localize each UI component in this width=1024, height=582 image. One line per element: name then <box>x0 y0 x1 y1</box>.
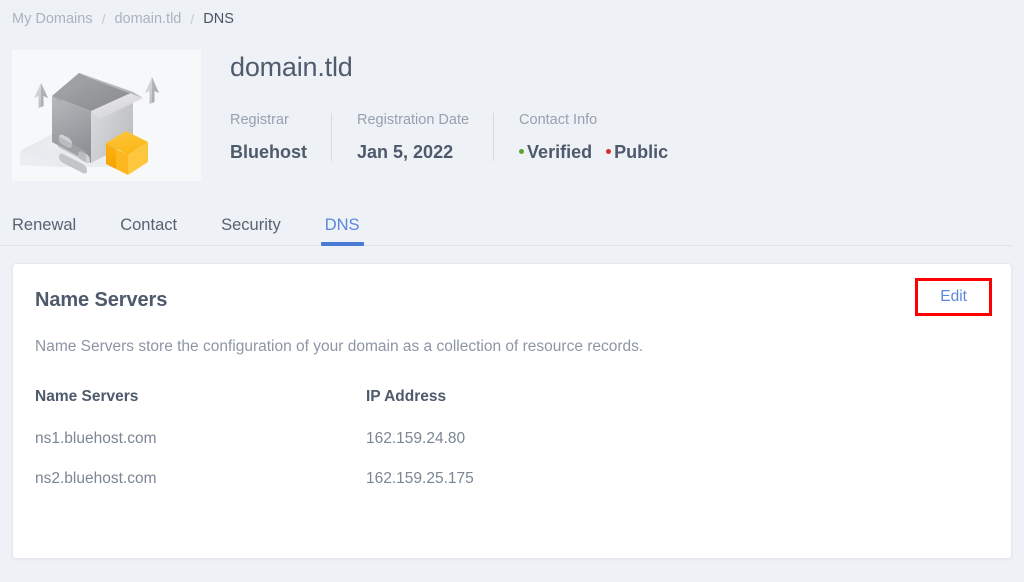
status-label-verified: Verified <box>527 143 592 161</box>
column-header-ip-address: IP Address <box>366 388 989 430</box>
table-header-row: Name Servers IP Address <box>35 388 989 430</box>
meta-contact-info-label: Contact Info <box>519 113 668 128</box>
cell-name-server: ns2.bluehost.com <box>35 470 366 510</box>
cell-ip-address: 162.159.25.175 <box>366 470 989 510</box>
breadcrumb-item-dns: DNS <box>203 11 234 27</box>
meta-registrar: Registrar Bluehost <box>230 113 331 161</box>
tab-bar: Renewal Contact Security DNS <box>0 203 1012 246</box>
meta-contact-info: Contact Info Verified Public <box>493 113 692 161</box>
card-title: Name Servers <box>35 290 167 310</box>
status-badge-verified: Verified <box>519 143 592 161</box>
domain-header: domain.tld Registrar Bluehost Registrati… <box>0 30 1024 181</box>
cell-ip-address: 162.159.24.80 <box>366 430 989 470</box>
tree-right <box>145 77 159 104</box>
meta-registration-date: Registration Date Jan 5, 2022 <box>331 113 493 161</box>
meta-contact-info-value: Verified Public <box>519 143 668 161</box>
cell-name-server: ns1.bluehost.com <box>35 430 366 470</box>
domain-header-info: domain.tld Registrar Bluehost Registrati… <box>201 50 692 161</box>
isometric-house-illustration <box>12 50 201 181</box>
tab-dns[interactable]: DNS <box>325 217 360 246</box>
breadcrumb-item-domain[interactable]: domain.tld <box>114 11 181 27</box>
meta-registration-date-value: Jan 5, 2022 <box>357 143 469 161</box>
card-header: Name Servers <box>35 290 989 310</box>
status-badge-public: Public <box>606 143 668 161</box>
status-label-public: Public <box>614 143 668 161</box>
breadcrumb-separator: / <box>102 11 106 27</box>
name-servers-table: Name Servers IP Address ns1.bluehost.com… <box>35 388 989 510</box>
tree-left <box>34 83 48 108</box>
edit-button-highlight: Edit <box>915 278 992 316</box>
table-row: ns2.bluehost.com 162.159.25.175 <box>35 470 989 510</box>
card-description: Name Servers store the configuration of … <box>35 333 660 362</box>
meta-registrar-label: Registrar <box>230 113 307 128</box>
name-servers-card: Name Servers Edit Name Servers store the… <box>12 263 1012 559</box>
edit-button[interactable]: Edit <box>940 289 967 305</box>
breadcrumb-separator: / <box>190 11 194 27</box>
breadcrumb: My Domains / domain.tld / DNS <box>0 0 1024 30</box>
breadcrumb-item-my-domains[interactable]: My Domains <box>12 11 93 27</box>
tab-security[interactable]: Security <box>221 217 281 246</box>
meta-registrar-value: Bluehost <box>230 143 307 161</box>
status-dot-public <box>606 149 611 154</box>
domain-meta-row: Registrar Bluehost Registration Date Jan… <box>230 113 692 161</box>
tab-renewal[interactable]: Renewal <box>12 217 76 246</box>
tab-contact[interactable]: Contact <box>120 217 177 246</box>
column-header-name-servers: Name Servers <box>35 388 366 430</box>
page-title: domain.tld <box>230 54 692 81</box>
status-dot-verified <box>519 149 524 154</box>
table-row: ns1.bluehost.com 162.159.24.80 <box>35 430 989 470</box>
meta-registration-date-label: Registration Date <box>357 113 469 128</box>
